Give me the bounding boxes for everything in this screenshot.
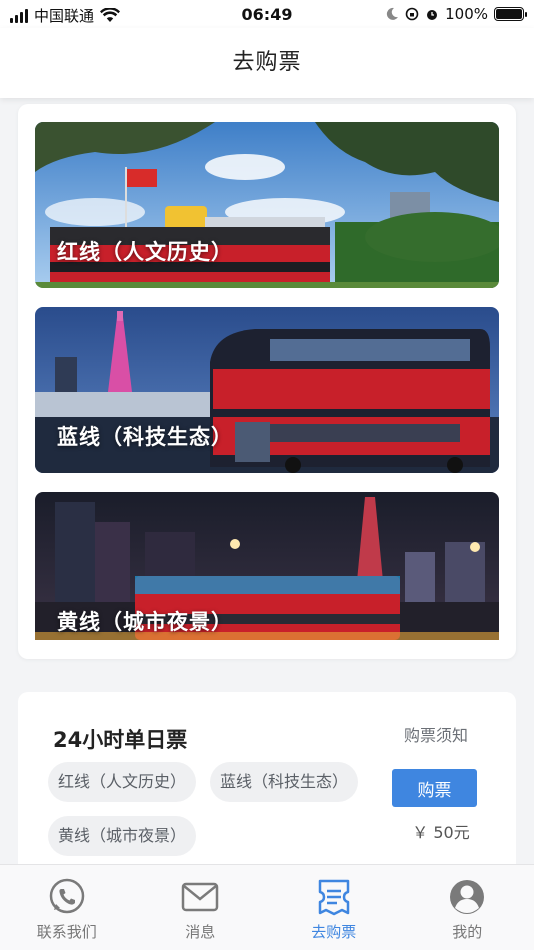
route-banner-blue[interactable]: 蓝线（科技生态） <box>35 307 499 473</box>
route-chip-yellow: 黄线（城市夜景） <box>48 816 197 856</box>
alarm-icon <box>427 10 438 20</box>
battery-label: 100% <box>445 5 488 23</box>
tab-label-contact: 联系我们 <box>36 923 97 941</box>
tab-profile[interactable]: 我的 <box>401 865 534 950</box>
ticket-card: 24小时单日票 购票须知 红线（人文历史） 蓝线（科技生态） 黄线（城市夜景） … <box>18 692 516 892</box>
route-banner-yellow[interactable]: 黄线（城市夜景） <box>35 492 499 658</box>
ticket-title: 24小时单日票 <box>53 728 188 752</box>
buy-ticket-button[interactable]: 购票 <box>392 769 477 807</box>
status-right: 100% <box>385 5 527 23</box>
tab-messages[interactable]: 消息 <box>134 865 268 950</box>
tab-label-messages: 消息 <box>185 923 216 941</box>
tab-label-buy: 去购票 <box>311 923 357 941</box>
battery-icon <box>494 7 527 21</box>
status-bar: 中国联通 06:49 100% <box>0 0 534 28</box>
route-title-blue: 蓝线（科技生态） <box>57 425 233 449</box>
route-title-red: 红线（人文历史） <box>57 240 233 264</box>
page-header: 去购票 <box>0 28 534 98</box>
tab-buy-tickets[interactable]: 去购票 <box>267 865 401 950</box>
user-icon <box>450 880 485 914</box>
moon-icon <box>386 7 399 20</box>
route-banner-red[interactable]: 红线（人文历史） <box>35 122 499 288</box>
ticket-icon <box>318 879 349 916</box>
tab-label-profile: 我的 <box>452 923 483 941</box>
rotation-lock-icon <box>405 7 419 21</box>
mail-icon <box>182 882 219 912</box>
route-title-yellow: 黄线（城市夜景） <box>57 610 233 634</box>
routes-card: 红线（人文历史） 蓝线（科技生态） 黄线（城市夜景） <box>18 104 516 659</box>
page-title: 去购票 <box>232 50 302 75</box>
phone-icon <box>49 878 84 914</box>
bottom-tab-bar: 联系我们 消息 去购票 我的 <box>0 864 534 950</box>
tab-contact-us[interactable]: 联系我们 <box>0 865 134 950</box>
ticket-price: ￥ 50元 <box>412 823 470 842</box>
route-chip-red: 红线（人文历史） <box>48 762 197 802</box>
route-chip-blue: 蓝线（科技生态） <box>210 762 359 802</box>
purchase-notice-link[interactable]: 购票须知 <box>404 722 468 746</box>
